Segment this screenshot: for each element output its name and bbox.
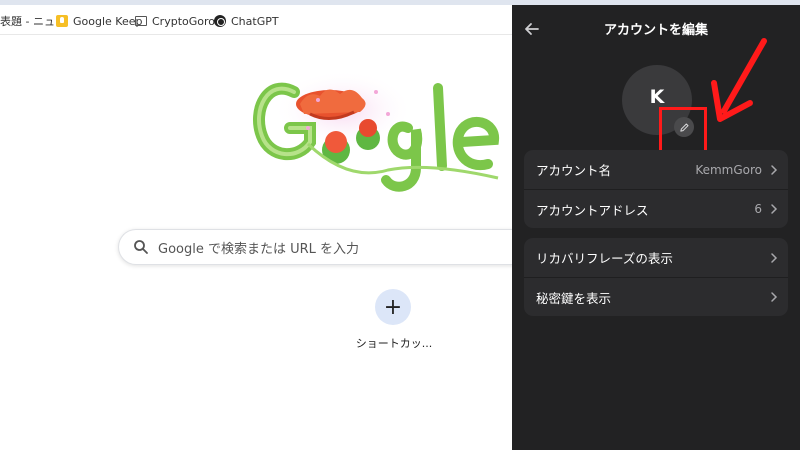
search-icon xyxy=(134,240,148,254)
keep-icon xyxy=(56,15,68,27)
folder-icon xyxy=(135,16,147,26)
chevron-right-icon xyxy=(771,204,778,214)
bookmark-chatgpt[interactable]: ChatGPT xyxy=(214,13,279,29)
bookmark-google-keep[interactable]: Google Keep xyxy=(56,13,142,29)
edit-avatar-button[interactable] xyxy=(674,117,694,137)
bookmark-label: ChatGPT xyxy=(231,14,279,28)
bookmark-label: Google Keep xyxy=(73,14,143,28)
row-value: KemmGoro xyxy=(695,162,762,177)
search-input[interactable]: Google で検索または URL を入力 xyxy=(118,229,518,265)
pencil-icon xyxy=(679,123,688,132)
row-label: アカウント名 xyxy=(536,163,612,178)
security-group: リカバリフレーズの表示 秘密鍵を表示 xyxy=(524,238,788,316)
shortcut-label: ショートカッ... xyxy=(355,337,433,350)
red-arrow-annotation xyxy=(711,38,767,122)
search-placeholder: Google で検索または URL を入力 xyxy=(158,241,360,257)
show-recovery-phrase-row[interactable]: リカバリフレーズの表示 xyxy=(524,238,788,277)
edit-account-panel: アカウントを編集 K アカウント名 KemmGoro アカウントアドレス 6 リ… xyxy=(512,5,800,450)
panel-title: アカウントを編集 xyxy=(603,23,708,38)
chevron-right-icon xyxy=(771,252,778,263)
account-settings-group: アカウント名 KemmGoro アカウントアドレス 6 xyxy=(524,150,788,228)
bookmarks-bar: 表題 - ニュ... Google Keep CryptoGoros ChatG… xyxy=(0,5,512,35)
row-value: 6 xyxy=(754,202,762,216)
show-private-key-row[interactable]: 秘密鍵を表示 xyxy=(524,277,788,316)
row-label: リカバリフレーズの表示 xyxy=(536,251,673,266)
google-doodle[interactable] xyxy=(248,70,510,200)
row-label: アカウントアドレス xyxy=(536,202,649,218)
bookmark-cryptogoros-folder[interactable]: CryptoGoros xyxy=(135,13,221,29)
account-address-row[interactable]: アカウントアドレス 6 xyxy=(524,189,788,228)
plus-icon: + xyxy=(383,294,403,320)
chevron-right-icon xyxy=(771,292,778,302)
bookmark-label: CryptoGoros xyxy=(152,14,221,28)
chevron-right-icon xyxy=(771,164,778,175)
row-label: 秘密鍵を表示 xyxy=(536,290,612,306)
add-shortcut-button[interactable]: + xyxy=(375,289,411,325)
account-name-row[interactable]: アカウント名 KemmGoro xyxy=(524,150,788,189)
chatgpt-icon xyxy=(214,15,226,27)
